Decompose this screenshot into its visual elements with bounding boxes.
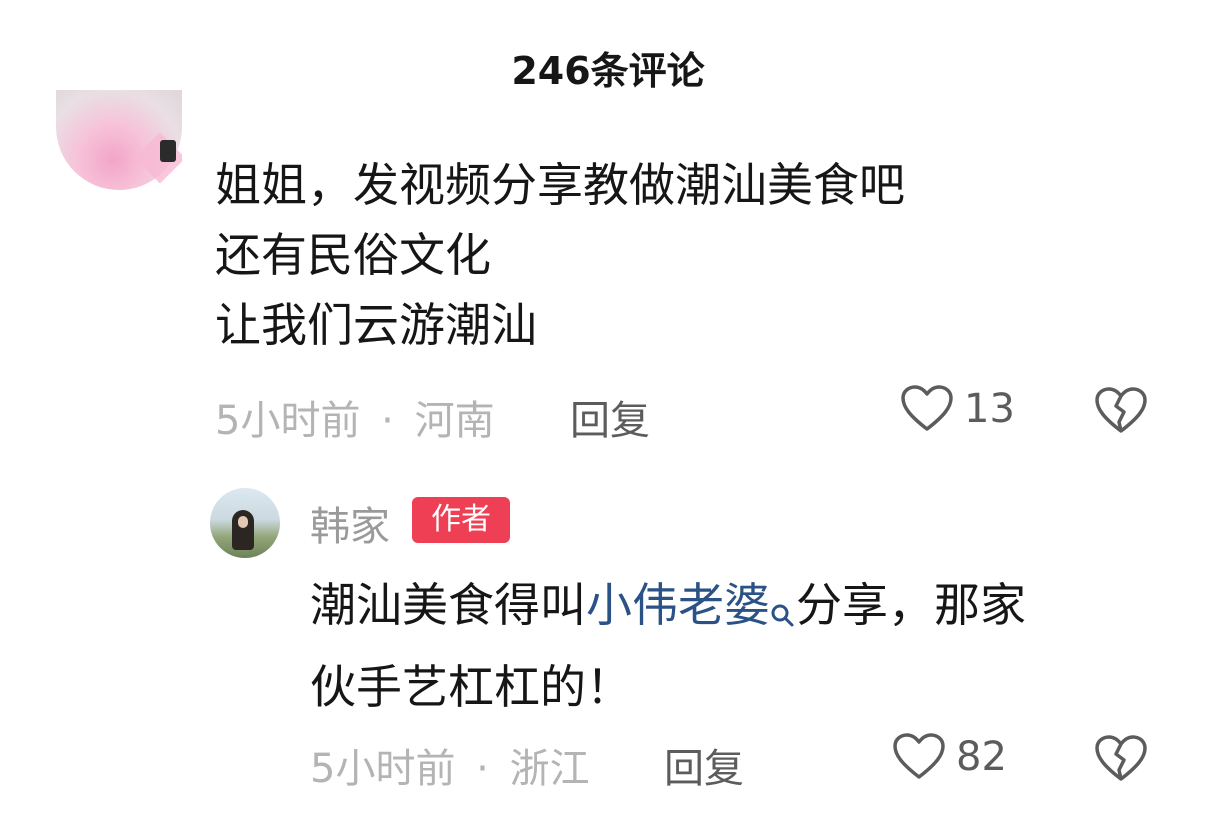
comment-line: 姐姐，发视频分享教做潮汕美食吧: [215, 158, 905, 212]
reply-location: 浙江: [509, 746, 590, 792]
like-button[interactable]: 13: [900, 384, 1015, 434]
comment-line: 还有民俗文化: [215, 228, 491, 282]
meta-separator: ·: [381, 398, 394, 444]
meta-separator: ·: [476, 746, 489, 792]
search-icon[interactable]: [770, 576, 796, 650]
heart-icon: [893, 733, 945, 779]
reply-line: 潮汕美食得叫小伟老婆 分享，那家: [310, 568, 1026, 650]
comment-line: 让我们云游潮汕: [215, 298, 537, 352]
like-button[interactable]: 82: [892, 732, 1007, 782]
dislike-button[interactable]: [1094, 386, 1148, 440]
reply-button[interactable]: 回复: [570, 388, 650, 446]
broken-heart-icon: [1095, 735, 1147, 781]
reply-button[interactable]: 回复: [664, 736, 744, 794]
reply-time: 5小时前: [310, 746, 456, 792]
reply-line: 伙手艺杠杠的！: [310, 660, 632, 714]
reply-meta: 5小时前 · 浙江: [310, 736, 590, 794]
broken-heart-icon: [1095, 387, 1147, 433]
author-badge: 作者: [412, 497, 510, 543]
reply-text-segment: 分享，那家: [796, 578, 1026, 632]
comments-count-title: 246条评论: [511, 49, 705, 93]
avatar[interactable]: [56, 90, 182, 190]
comment-time: 5小时前: [215, 398, 361, 444]
like-count: 13: [964, 386, 1015, 432]
heart-icon: [901, 385, 953, 431]
comment-body: 姐姐，发视频分享教做潮汕美食吧 还有民俗文化 让我们云游潮汕: [215, 150, 905, 360]
comment-meta: 5小时前 · 河南: [215, 388, 495, 446]
mention-link[interactable]: 小伟老婆: [586, 578, 770, 632]
reply-text-segment: 潮汕美食得叫: [310, 578, 586, 632]
dislike-button[interactable]: [1094, 734, 1148, 788]
comment-location: 河南: [414, 398, 495, 444]
like-count: 82: [956, 734, 1007, 780]
avatar-figure: [160, 140, 176, 162]
reply-body: 潮汕美食得叫小伟老婆 分享，那家 伙手艺杠杠的！: [310, 568, 1026, 724]
avatar-face: [238, 516, 248, 528]
reply-author-name[interactable]: 韩家: [310, 494, 390, 552]
reply-avatar[interactable]: [210, 488, 280, 558]
